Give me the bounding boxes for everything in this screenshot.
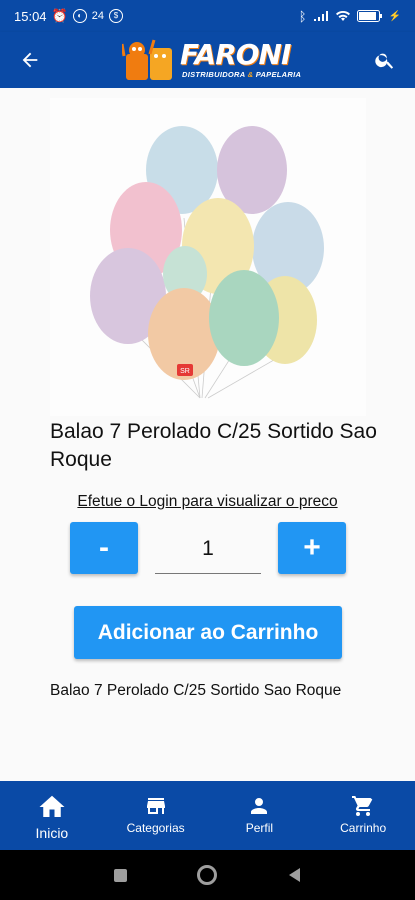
quantity-input[interactable]: 1 [155, 528, 261, 574]
store-icon [146, 798, 165, 814]
signal-icon [313, 11, 328, 21]
logo-tagline-amp: & [247, 70, 254, 79]
arrow-left-icon [22, 52, 38, 68]
bluetooth-icon: ᛒ [298, 8, 307, 24]
logo-mascot-icon [120, 39, 172, 80]
status-bar: 15:04 ⏰ ◐ 24 $ ᛒ ⚡ [0, 0, 415, 32]
status-time: 15:04 [14, 8, 47, 24]
system-navigation-bar [0, 850, 415, 900]
nav-label-perfil: Perfil [245, 821, 274, 835]
search-icon [375, 53, 394, 69]
notification-icon: ◐ [72, 9, 87, 23]
app-logo: FARONI DISTRIBUIDORA & PAPELARIA [120, 36, 301, 84]
quantity-decrease-button[interactable]: - [70, 522, 138, 574]
logo-wordmark: FARONI [180, 38, 291, 71]
logo-tagline: DISTRIBUIDORA & PAPELARIA [182, 70, 301, 79]
nav-item-categorias[interactable]: Categorias [104, 781, 208, 850]
balloon-brand-badge: SR [180, 368, 190, 375]
login-to-see-price-link[interactable]: Efetue o Login para visualizar o preco [0, 493, 415, 511]
product-detail: SR Balao 7 Perolado C/25 Sortido Sao Roq… [0, 88, 415, 781]
product-title: Balao 7 Perolado C/25 Sortido Sao Roque [50, 420, 377, 471]
cart-icon [352, 796, 373, 816]
app-bar: FARONI DISTRIBUIDORA & PAPELARIA [0, 32, 415, 88]
home-icon [39, 795, 65, 817]
search-button[interactable] [365, 32, 405, 88]
notification-count: 24 [91, 10, 104, 22]
product-description: Balao 7 Perolado C/25 Sortido Sao Roque [50, 682, 342, 699]
alarm-icon: ⏰ [51, 8, 68, 23]
app-notification-icon: $ [108, 9, 123, 23]
bottom-navigation: Inicio Categorias Perfil Carrinho [0, 781, 415, 850]
nav-label-carrinho: Carrinho [340, 821, 387, 835]
back-button[interactable] [0, 32, 60, 88]
balloons-image: SR [90, 126, 324, 399]
nav-item-perfil[interactable]: Perfil [208, 781, 312, 850]
nav-label-inicio: Inicio [35, 825, 69, 841]
battery-icon [356, 10, 382, 22]
product-image: SR [50, 98, 366, 416]
logo-tagline-part2: PAPELARIA [255, 70, 302, 79]
nav-item-inicio[interactable]: Inicio [0, 781, 104, 850]
recents-button[interactable] [114, 868, 127, 882]
back-triangle-icon[interactable] [287, 867, 301, 883]
wifi-icon [335, 10, 350, 21]
person-icon [251, 798, 268, 814]
quantity-increase-button[interactable]: + [278, 522, 346, 574]
add-to-cart-button[interactable]: Adicionar ao Carrinho [74, 606, 342, 659]
nav-item-carrinho[interactable]: Carrinho [311, 781, 415, 850]
nav-label-categorias: Categorias [126, 821, 185, 835]
home-system-button[interactable] [197, 865, 217, 885]
logo-tagline-part1: DISTRIBUIDORA [182, 70, 246, 79]
charging-icon: ⚡ [388, 10, 401, 22]
